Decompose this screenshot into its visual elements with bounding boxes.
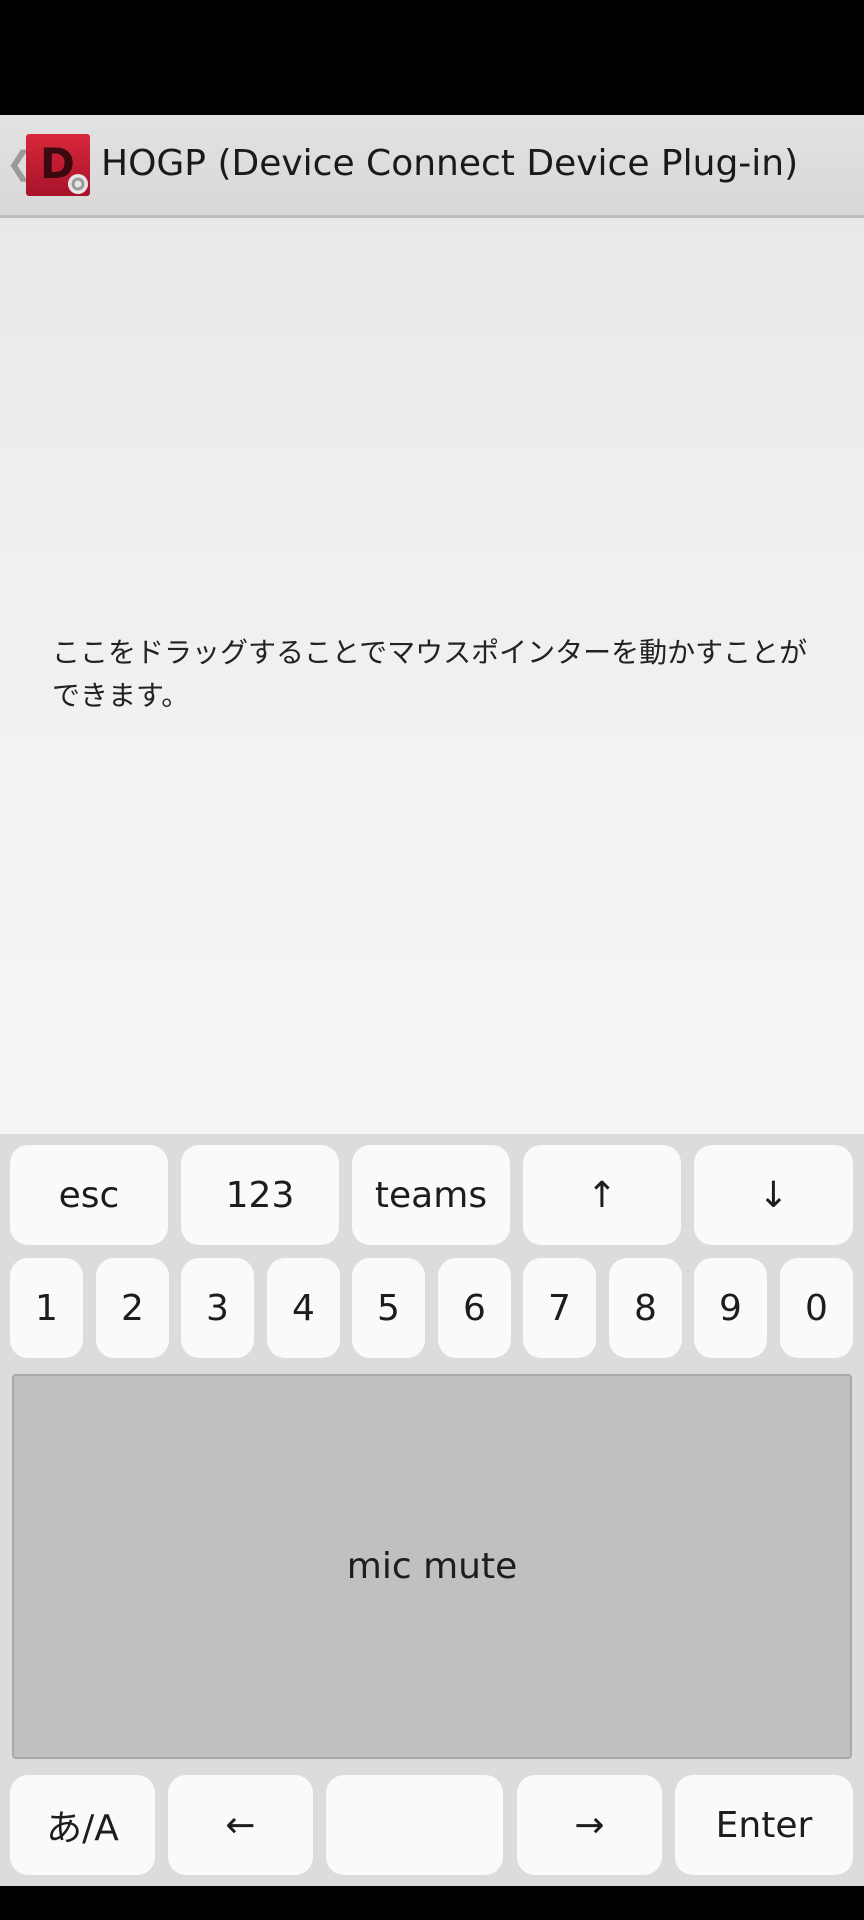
digit-key-1[interactable]: 1 [10,1258,83,1358]
back-chevron-icon[interactable]: ❮ [6,145,33,181]
esc-key[interactable]: esc [10,1145,168,1245]
digit-key-6[interactable]: 6 [438,1258,511,1358]
digit-key-4[interactable]: 4 [267,1258,340,1358]
keyboard-panel: esc 123 teams ↑ ↓ 1 2 3 4 5 6 7 8 9 0 mi… [0,1134,864,1886]
arrow-left-key[interactable]: ← [168,1775,313,1875]
navigation-bar [0,1886,864,1920]
digit-key-2[interactable]: 2 [96,1258,169,1358]
digit-key-9[interactable]: 9 [694,1258,767,1358]
touchpad-hint-text: ここをドラッグすることでマウスポインターを動かすことができます。 [52,636,808,712]
digit-key-5[interactable]: 5 [352,1258,425,1358]
digit-key-8[interactable]: 8 [609,1258,682,1358]
space-key[interactable] [326,1775,503,1875]
digit-key-0[interactable]: 0 [780,1258,853,1358]
ime-toggle-key[interactable]: あ/A [10,1775,155,1875]
teams-key[interactable]: teams [352,1145,510,1245]
mouse-touchpad-area[interactable]: ここをドラッグすることでマウスポインターを動かすことができます。 [0,218,864,1134]
app-bar: ❮ D HOGP (Device Connect Device Plug-in) [0,115,864,218]
arrow-right-key[interactable]: → [517,1775,662,1875]
digit-key-7[interactable]: 7 [523,1258,596,1358]
arrow-up-key[interactable]: ↑ [523,1145,681,1245]
status-bar [0,0,864,115]
123-key[interactable]: 123 [181,1145,339,1245]
gear-icon [68,174,88,194]
app-logo-icon: D [26,134,90,196]
enter-key[interactable]: Enter [675,1775,853,1875]
digit-key-3[interactable]: 3 [181,1258,254,1358]
mic-mute-button[interactable]: mic mute [12,1374,852,1759]
arrow-down-key[interactable]: ↓ [694,1145,853,1245]
app-title: HOGP (Device Connect Device Plug-in) [101,143,799,184]
